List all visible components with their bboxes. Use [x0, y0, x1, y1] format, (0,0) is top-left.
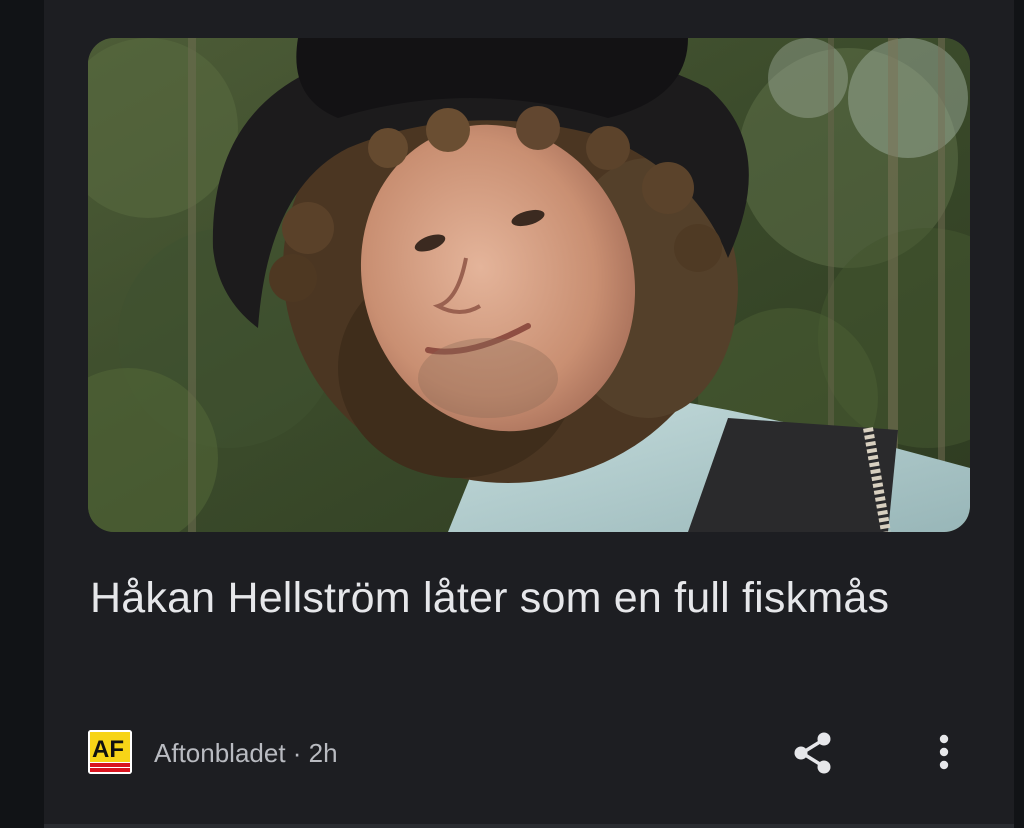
article-headline[interactable]: Håkan Hellström låter som en full fiskmå…	[90, 570, 950, 626]
more-options-button[interactable]	[922, 728, 968, 778]
more-vert-icon	[939, 734, 949, 770]
article-source-row: AF Aftonbladet · 2h	[88, 728, 968, 778]
source-name[interactable]: Aftonbladet	[154, 738, 286, 768]
card-divider	[44, 824, 1014, 828]
share-button[interactable]	[788, 728, 838, 778]
article-photo[interactable]	[88, 38, 970, 532]
news-feed-screen: Håkan Hellström låter som en full fiskmå…	[0, 0, 1024, 828]
source-meta: Aftonbladet · 2h	[154, 738, 338, 768]
share-icon	[794, 732, 831, 774]
article-age: 2h	[308, 738, 338, 768]
logo-text: AF	[92, 736, 124, 763]
aftonbladet-logo: AF	[88, 730, 132, 774]
meta-separator: ·	[285, 738, 309, 768]
